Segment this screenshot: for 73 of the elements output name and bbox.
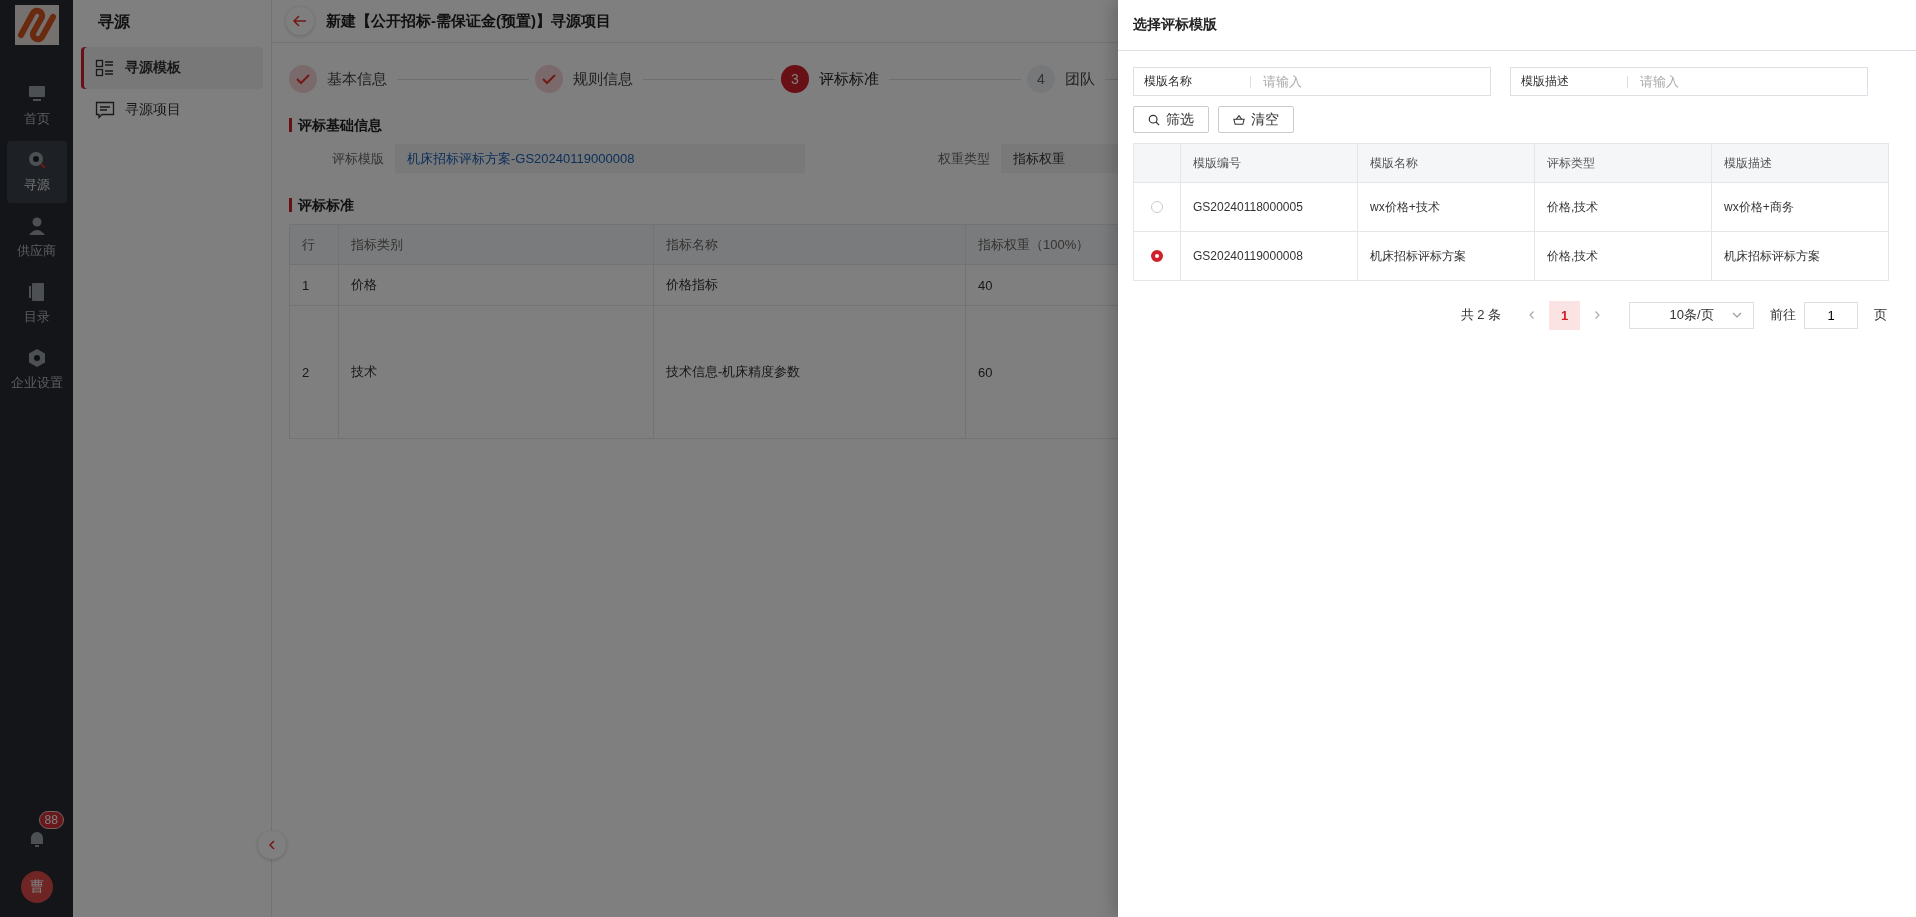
column-header: 模版名称 xyxy=(1357,144,1534,182)
filter-field[interactable]: 模版名称 请输入 xyxy=(1133,67,1491,96)
table-cell: 技术 xyxy=(338,306,653,438)
collapse-button[interactable] xyxy=(258,831,286,859)
list-icon xyxy=(95,58,115,78)
filter-field[interactable]: 模版描述 请输入 xyxy=(1510,67,1868,96)
table-cell: 价格,技术 xyxy=(1534,232,1711,280)
table-cell: 价格,技术 xyxy=(1534,183,1711,231)
page-suffix: 页 xyxy=(1874,306,1887,324)
message-icon xyxy=(95,100,115,120)
person-icon xyxy=(26,216,47,236)
step-number: 3 xyxy=(781,65,809,93)
table-cell-text: 1 xyxy=(301,276,311,295)
nav-item[interactable]: 目录 xyxy=(6,273,67,335)
table-cell: wx价格+技术 xyxy=(1357,183,1534,231)
filter-input[interactable]: 请输入 xyxy=(1261,73,1490,90)
page-input[interactable]: 1 xyxy=(1804,301,1858,329)
total-count: 共 2 条 xyxy=(1460,306,1501,324)
radio-button[interactable] xyxy=(1151,250,1163,262)
table-cell: 价格指标 xyxy=(653,265,965,305)
table-cell: 机床招标评标方案 xyxy=(1357,232,1534,280)
nav-item[interactable]: 供应商 xyxy=(6,207,67,269)
table-cell: 机床招标评标方案 xyxy=(1711,232,1888,280)
arrow-left-icon xyxy=(292,13,308,29)
step-label: 规则信息 xyxy=(573,69,633,89)
table-cell: 技术信息-机床精度参数 xyxy=(653,306,965,438)
goto-label: 前往 xyxy=(1770,306,1796,324)
basket-icon xyxy=(1233,113,1245,126)
nav-item[interactable]: 寻源 xyxy=(6,141,67,203)
field-label: 权重类型 xyxy=(937,149,990,168)
search-icon xyxy=(1148,113,1160,126)
field-label: 模版描述 xyxy=(1521,73,1570,90)
filter-button[interactable]: 筛选 xyxy=(1133,106,1209,133)
step-label: 基本信息 xyxy=(327,69,387,89)
template-link[interactable]: 机床招标评标方案-GS20240119000008 xyxy=(395,144,805,173)
chevron-left-icon xyxy=(267,840,277,850)
step-number: 4 xyxy=(1027,65,1055,93)
field-label: 评标模版 xyxy=(331,149,384,168)
table-cell: GS20240119000008 xyxy=(1180,232,1357,280)
table-cell: GS20240118000005 xyxy=(1180,183,1357,231)
prev-page-icon[interactable] xyxy=(1527,310,1537,320)
logo-icon xyxy=(14,5,59,45)
book-icon xyxy=(26,282,47,302)
submenu-title: 寻源 xyxy=(97,12,131,32)
next-page-icon[interactable] xyxy=(1592,310,1602,320)
settings-icon xyxy=(26,348,47,368)
table-cell-text: 2 xyxy=(301,363,311,382)
step-label: 评标标准 xyxy=(819,69,879,89)
submenu-item[interactable]: 寻源项目 xyxy=(81,89,263,131)
column-header: 指标类别 xyxy=(338,225,653,264)
column-header: 行 xyxy=(301,235,316,254)
clear-button[interactable]: 清空 xyxy=(1218,106,1294,133)
page-size-select[interactable]: 10条/页 xyxy=(1629,301,1754,329)
user-avatar[interactable]: 曹 xyxy=(20,871,53,903)
submenu-item[interactable]: 寻源模板 xyxy=(81,47,263,89)
page-number[interactable]: 1 xyxy=(1549,300,1580,330)
search-icon xyxy=(26,150,47,170)
nav-item[interactable]: 企业设置 xyxy=(6,339,67,401)
table-cell: wx价格+商务 xyxy=(1711,183,1888,231)
field-label: 模版名称 xyxy=(1144,73,1193,90)
column-header: 模版描述 xyxy=(1711,144,1888,182)
drawer-title: 选择评标模版 xyxy=(1118,0,1916,51)
back-button[interactable] xyxy=(286,7,314,35)
monitor-icon xyxy=(26,84,47,104)
nav-item[interactable]: 首页 xyxy=(6,75,67,137)
page-title: 新建【公开招标-需保证金(预置)】寻源项目 xyxy=(326,11,611,31)
column-header: 模版编号 xyxy=(1180,144,1357,182)
step-label: 团队 xyxy=(1065,69,1095,89)
column-header: 指标名称 xyxy=(653,225,965,264)
table-cell: 价格 xyxy=(338,265,653,305)
notification-badge: 88 xyxy=(38,811,64,829)
column-header: 评标类型 xyxy=(1534,144,1711,182)
filter-input[interactable]: 请输入 xyxy=(1638,73,1867,90)
